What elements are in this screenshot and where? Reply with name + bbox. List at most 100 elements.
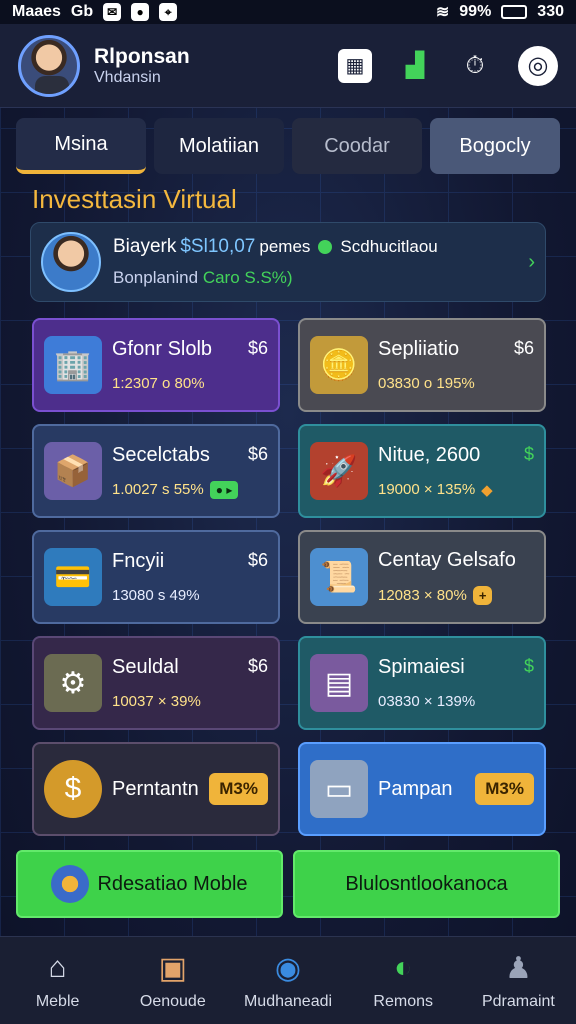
- layers-icon: ▤: [310, 654, 368, 712]
- diamond-icon: ◆: [481, 481, 493, 499]
- card-title: Centay Gelsafo: [378, 549, 516, 571]
- gear-coin-icon: [51, 865, 90, 903]
- lookup-button[interactable]: Blulosntlookanoca: [293, 850, 560, 918]
- card-title: Pampan: [378, 777, 453, 800]
- card-title: Fncyii: [112, 550, 165, 572]
- globe-icon: ◉: [274, 951, 302, 985]
- card-sub: 03830 × 139%: [378, 693, 476, 710]
- card-sub: 1:2307 o 80%: [112, 375, 205, 392]
- card-title: Spimaiesi: [378, 656, 465, 678]
- investment-card[interactable]: 🪙 Sepliiatio $6 03830 o 195%: [298, 318, 546, 412]
- card-sub: 13080 s 49%: [112, 587, 200, 604]
- tab-molatiian[interactable]: Molatiian: [154, 118, 284, 174]
- nav-item-mudhaneadi[interactable]: ◉ Mudhaneadi: [230, 937, 345, 1024]
- card-title: Sepliiatio: [378, 338, 460, 360]
- battery-text: 99%: [459, 3, 492, 20]
- nav-item-oenoude[interactable]: ▣ Oenoude: [115, 937, 230, 1024]
- battery-icon: [501, 5, 528, 19]
- nav-item-remons[interactable]: ◐ Remons: [346, 937, 461, 1024]
- card-sub: 03830 o 195%: [378, 375, 475, 392]
- card-sub: 12083 × 80%: [378, 587, 467, 604]
- rate-badge: M3%: [209, 773, 268, 805]
- summary-right: Scdhucitlaou: [340, 237, 438, 256]
- tag-badge: ● ▸: [209, 480, 239, 499]
- profile-icon[interactable]: ◎: [518, 45, 558, 86]
- card-title: Perntantn: [112, 777, 199, 800]
- time-text: 330: [537, 3, 564, 20]
- chart-icon[interactable]: ▟: [398, 49, 432, 83]
- summary-value-2: Caro S.S%): [202, 268, 293, 287]
- app-header: Rlponsan Vhdansin ▦ ▟ ⏱ ◎: [0, 24, 576, 108]
- building-icon: 🏢: [44, 336, 102, 394]
- section-title: Investtasin Virtual: [32, 184, 237, 214]
- action-buttons: Rdesatiao Moble Blulosntlookanoca: [16, 850, 560, 918]
- chevron-right-icon[interactable]: ›: [528, 251, 535, 274]
- investment-card[interactable]: 🏢 Gfonr Slolb $6 1:2307 o 80%: [32, 318, 280, 412]
- engine-icon: ⚙: [44, 654, 102, 712]
- investment-card[interactable]: 💳 Fncyii $6 13080 s 49%: [32, 530, 280, 624]
- timer-icon[interactable]: ⏱: [458, 49, 492, 83]
- card-title: Seuldal: [112, 656, 179, 678]
- nav-label: Remons: [373, 992, 433, 1010]
- wifi-icon: ≋: [435, 4, 450, 21]
- nav-label: Meble: [35, 992, 80, 1010]
- nav-item-meble[interactable]: ⌂ Meble: [0, 937, 115, 1024]
- card-title: Gfonr Slolb: [112, 338, 213, 360]
- nav-item-pdramaint[interactable]: ♟ Pdramaint: [461, 937, 576, 1024]
- card-amount: $6: [247, 550, 268, 570]
- summary-label-2: Bonplanind: [113, 268, 199, 287]
- summary-card[interactable]: Biayerk $Sl10,07 pemes Scdhucitlaou Bonp…: [30, 222, 546, 302]
- investment-grid: 🏢 Gfonr Slolb $6 1:2307 o 80% 🪙 Sepliiati…: [32, 318, 546, 836]
- card-icon: 💳: [44, 548, 102, 606]
- status-dot-icon: [318, 240, 333, 254]
- summary-value: $Sl10,07: [180, 236, 256, 257]
- summary-avatar: [41, 232, 101, 292]
- card-sub: 1.0027 s 55%: [112, 481, 204, 498]
- box-icon: 📦: [44, 442, 102, 500]
- tab-msina[interactable]: Msina: [16, 118, 146, 174]
- card-title: Nitue, 2600: [378, 443, 481, 466]
- bottom-nav: ⌂ Meble ▣ Oenoude ◉ Mudhaneadi ◐ Remons ♟ Pdr…: [0, 936, 576, 1024]
- profile-stack-icon: ♟: [504, 951, 532, 985]
- nav-label: Pdramaint: [481, 992, 555, 1010]
- home-icon: ⌂: [48, 950, 67, 984]
- mobile-button[interactable]: Rdesatiao Moble: [16, 850, 283, 918]
- card-title: Secelctabs: [112, 443, 210, 466]
- investment-card[interactable]: 📦 Secelctabs $6 1.0027 s 55% ● ▸: [32, 424, 280, 518]
- card-amount: $6: [247, 338, 268, 358]
- investment-card[interactable]: 📜 Centay Gelsafo 12083 × 80% +: [298, 530, 546, 624]
- tab-bar: Msina Molatiian Coodar Bogocly: [16, 118, 560, 174]
- paper-icon: 📜: [310, 548, 368, 606]
- lookup-button-label: Blulosntlookanoca: [345, 872, 508, 895]
- mail-icon: ✉: [103, 3, 122, 21]
- user-subname: Vhdansin: [94, 68, 161, 86]
- card-amount: $: [523, 443, 534, 464]
- notebook-icon: ▣: [158, 951, 187, 985]
- tab-coodar[interactable]: Coodar: [292, 118, 422, 174]
- mobile-button-label: Rdesatiao Moble: [97, 872, 248, 895]
- card-sub: 10037 × 39%: [112, 693, 201, 710]
- rate-badge: M3%: [475, 773, 534, 805]
- status-bar: Maaes Gb ✉ ● ⌖ ≋ 99% 330: [0, 0, 576, 24]
- calendar-icon[interactable]: ▦: [338, 48, 372, 83]
- rocket-icon: 🚀: [310, 442, 368, 500]
- summary-label: Biayerk: [113, 236, 177, 257]
- network-text: Gb: [70, 3, 94, 20]
- investment-card[interactable]: $ Perntantn M3%: [32, 742, 280, 836]
- summary-small: pemes: [259, 237, 311, 256]
- app-icon: ●: [131, 3, 150, 21]
- card-amount: $6: [247, 443, 268, 464]
- investment-card[interactable]: ⚙ Seuldal $6 10037 × 39%: [32, 636, 280, 730]
- investment-card[interactable]: ▤ Spimaiesi $ 03830 × 139%: [298, 636, 546, 730]
- location-icon: ⌖: [159, 3, 178, 21]
- card-amount: $6: [247, 656, 268, 676]
- nav-label: Oenoude: [139, 992, 206, 1010]
- avatar[interactable]: [18, 34, 80, 97]
- investment-card[interactable]: ▭ Pampan M3%: [298, 742, 546, 836]
- tile-icon: ▭: [310, 760, 368, 818]
- user-name: Rlponsan: [94, 44, 190, 68]
- investment-card[interactable]: 🚀 Nitue, 2600 $ 19000 × 135% ◆: [298, 424, 546, 518]
- coin-badge-icon: +: [472, 586, 493, 605]
- tab-bogocly[interactable]: Bogocly: [430, 118, 560, 174]
- card-sub: 19000 × 135%: [378, 481, 476, 498]
